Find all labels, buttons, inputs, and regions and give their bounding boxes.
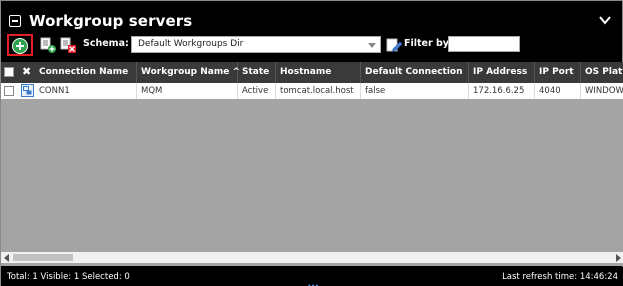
column-header-default-connection[interactable]: Default Connection — [361, 62, 469, 83]
status-bar: Total: 1 Visible: 1 Selected: 0 ••• Last… — [1, 267, 623, 286]
chevron-down-icon[interactable] — [598, 13, 612, 27]
cell-ip-port: 4040 — [535, 83, 581, 99]
select-all-checkbox[interactable] — [4, 67, 14, 77]
column-header-state[interactable]: State — [238, 62, 276, 83]
column-header-connection-name[interactable]: Connection Name — [35, 62, 137, 83]
cell-ip-address: 172.16.6.25 — [469, 83, 535, 99]
resize-handle-icon[interactable]: ••• — [307, 282, 319, 286]
panel-title: Workgroup servers — [29, 12, 193, 30]
cell-state: Active — [238, 83, 276, 99]
workgroup-servers-panel: Workgroup servers Schema: Default Workgr… — [0, 0, 623, 286]
minus-square-icon[interactable] — [9, 15, 21, 27]
column-header-workgroup-name-label: Workgroup Name — [141, 67, 230, 77]
scroll-left-icon[interactable] — [4, 254, 9, 262]
server-connection-icon — [21, 84, 34, 97]
schema-label: Schema: — [83, 38, 129, 49]
panel-header: Workgroup servers — [7, 11, 616, 33]
column-header-hostname[interactable]: Hostname — [276, 62, 361, 83]
column-header-os-platform[interactable]: OS Platfo — [581, 62, 623, 83]
schema-select[interactable]: Default Workgroups Dir — [131, 36, 381, 53]
column-header-ip-port[interactable]: IP Port — [535, 62, 581, 83]
row-checkbox[interactable] — [4, 86, 14, 96]
schema-select-value: Default Workgroups Dir — [138, 39, 244, 49]
table-row[interactable]: CONN1 MQM Active tomcat.local.host false… — [1, 83, 623, 99]
close-icon[interactable]: ✖ — [22, 65, 31, 78]
grid-header: ✖ Connection Name Workgroup Name ^ State… — [1, 62, 623, 83]
cell-default-connection: false — [361, 83, 469, 99]
add-circle-icon — [12, 38, 28, 54]
cell-os-platform: WINDOW — [581, 83, 623, 99]
add-button[interactable] — [7, 34, 33, 56]
last-refresh-time: Last refresh time: 14:46:24 — [502, 272, 618, 282]
scrollbar-thumb[interactable] — [13, 254, 73, 261]
filter-input[interactable] — [448, 36, 520, 52]
cell-hostname: tomcat.local.host — [276, 83, 361, 99]
cell-connection-name: CONN1 — [35, 83, 137, 99]
servers-grid: ✖ Connection Name Workgroup Name ^ State… — [1, 62, 623, 266]
filter-label: Filter by: — [404, 38, 453, 49]
delete-connection-icon[interactable] — [59, 36, 77, 54]
status-counts: Total: 1 Visible: 1 Selected: 0 — [7, 272, 130, 282]
horizontal-scrollbar[interactable] — [1, 252, 623, 263]
toolbar: Schema: Default Workgroups Dir Filter by… — [7, 34, 616, 56]
add-connection-icon[interactable] — [39, 36, 57, 54]
column-header-workgroup-name[interactable]: Workgroup Name ^ — [137, 62, 240, 83]
dropdown-arrow-icon — [368, 43, 376, 48]
scroll-right-icon[interactable] — [616, 254, 621, 262]
cell-workgroup-name: MQM — [137, 83, 238, 99]
edit-pencil-icon[interactable] — [385, 36, 403, 54]
column-header-ip-address[interactable]: IP Address — [469, 62, 535, 83]
